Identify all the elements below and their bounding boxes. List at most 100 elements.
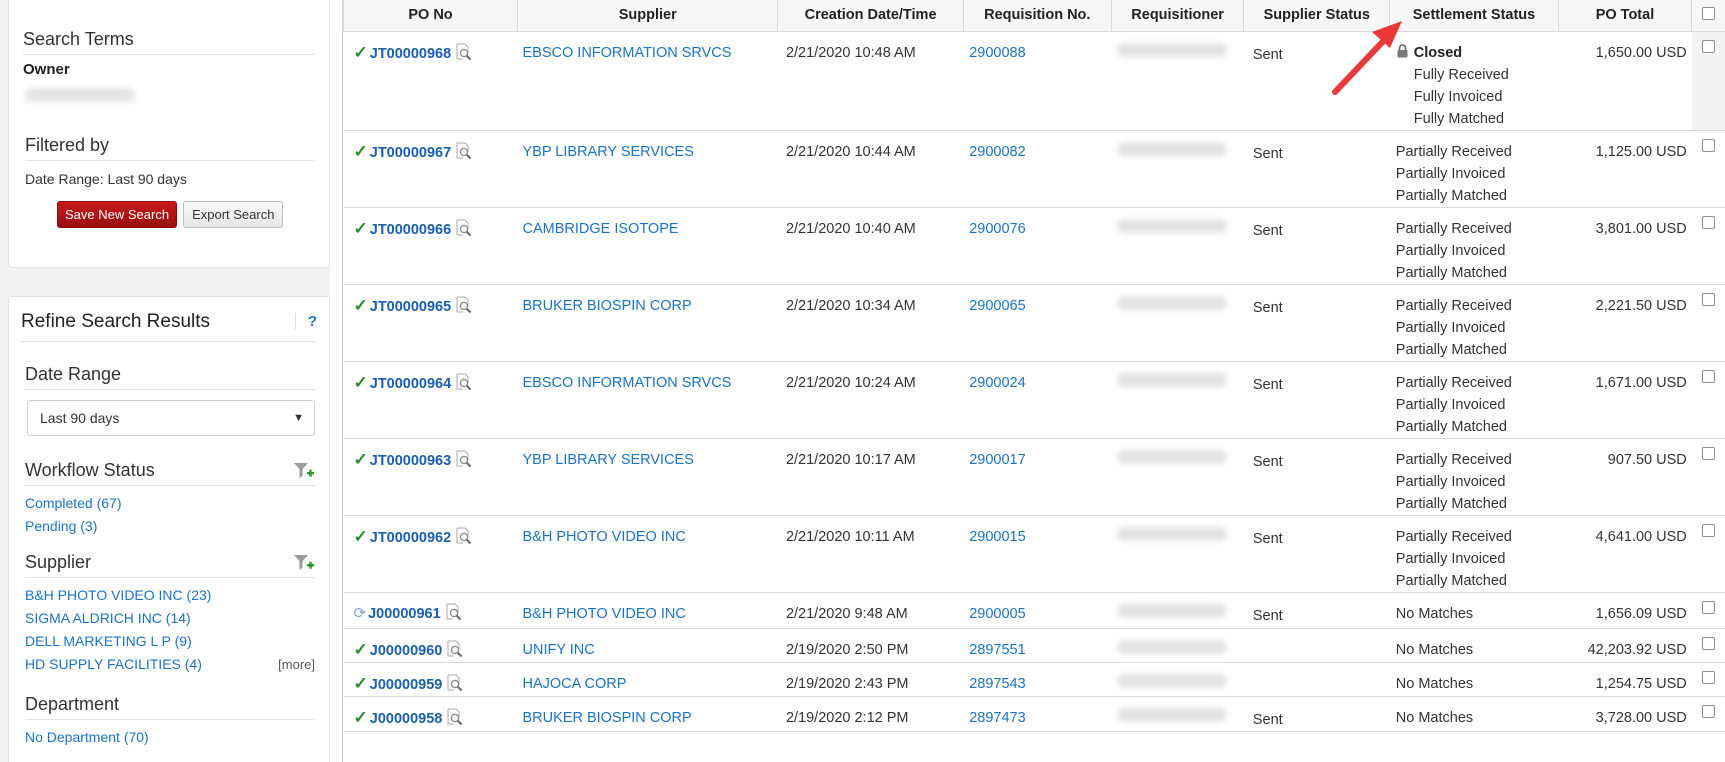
workflow-status-link[interactable]: Completed (67) — [25, 492, 122, 515]
preview-magnifier-icon[interactable] — [446, 640, 463, 658]
po-number-link[interactable]: JT00000965 — [370, 299, 451, 315]
settlement-lines: Partially Received Partially Invoiced Part… — [1396, 141, 1558, 207]
requisition-link[interactable]: 2897543 — [969, 676, 1025, 692]
cell-supplier-status: Sent — [1243, 515, 1390, 593]
preview-magnifier-icon[interactable] — [455, 373, 472, 391]
settlement-closed-header: Closed — [1396, 42, 1558, 64]
row-checkbox[interactable] — [1702, 215, 1716, 229]
cell-creation-date: 2/19/2020 2:50 PM — [777, 628, 964, 663]
settlement-line: Partially Matched — [1395, 341, 1507, 358]
preview-magnifier-icon[interactable] — [455, 142, 472, 160]
requisition-link[interactable]: 2897473 — [969, 710, 1025, 726]
supplier-link[interactable]: UNIFY INC — [523, 642, 595, 658]
supplier-link[interactable]: YBP LIBRARY SERVICES — [523, 144, 694, 160]
requisition-link[interactable]: 2900017 — [969, 452, 1025, 468]
po-number-link[interactable]: J00000958 — [370, 711, 443, 727]
po-number-link[interactable]: JT00000968 — [370, 46, 451, 62]
check-icon: ✓ — [353, 141, 368, 161]
workflow-status-link[interactable]: Pending (3) — [25, 515, 97, 538]
row-checkbox[interactable] — [1702, 600, 1716, 614]
row-checkbox[interactable] — [1702, 704, 1716, 718]
po-number-link[interactable]: JT00000966 — [370, 222, 451, 238]
col-header-po-total[interactable]: PO Total — [1557, 0, 1693, 32]
requisition-link[interactable]: 2900065 — [969, 298, 1025, 314]
department-filter-link[interactable]: No Department (70) — [25, 726, 149, 749]
table-row: ✓ J00000958 BRUKER BIOSPIN CORP 2/19/2020 2… — [343, 696, 1725, 732]
supplier-filter-link[interactable]: B&H PHOTO VIDEO INC (23) — [25, 584, 211, 607]
po-number-link[interactable]: JT00000964 — [370, 376, 451, 392]
po-number-link[interactable]: J00000961 — [368, 606, 441, 622]
row-checkbox[interactable] — [1702, 446, 1716, 460]
po-number-link[interactable]: J00000960 — [370, 643, 443, 659]
cell-requisition-no: 2900024 — [963, 361, 1112, 439]
supplier-filter-item: B&H PHOTO VIDEO INC (23) — [25, 584, 315, 607]
cell-supplier: BRUKER BIOSPIN CORP — [517, 696, 778, 732]
supplier-link[interactable]: BRUKER BIOSPIN CORP — [523, 710, 692, 726]
preview-magnifier-icon[interactable] — [445, 603, 462, 621]
col-header-requisition-no[interactable]: Requisition No. — [962, 0, 1112, 32]
col-header-supplier-status[interactable]: Supplier Status — [1243, 0, 1391, 32]
add-filter-icon[interactable] — [293, 553, 315, 573]
requisitioner-redacted — [1117, 639, 1228, 654]
supplier-filter-link[interactable]: SIGMA ALDRICH INC (14) — [25, 607, 191, 630]
cell-creation-date: 2/21/2020 10:48 AM — [777, 31, 964, 131]
row-checkbox[interactable] — [1702, 670, 1716, 684]
col-header-settlement-status[interactable]: Settlement Status — [1389, 0, 1559, 32]
row-checkbox[interactable] — [1702, 523, 1716, 537]
requisition-link[interactable]: 2897551 — [969, 642, 1025, 658]
cell-requisition-no: 2900088 — [963, 31, 1112, 131]
more-link[interactable]: [more] — [278, 653, 315, 676]
cell-requisition-no: 2897543 — [963, 662, 1112, 697]
export-search-button[interactable]: Export Search — [183, 201, 284, 228]
supplier-link[interactable]: B&H PHOTO VIDEO INC — [523, 529, 686, 545]
supplier-link[interactable]: YBP LIBRARY SERVICES — [523, 452, 694, 468]
po-number-link[interactable]: JT00000962 — [370, 530, 451, 546]
row-checkbox[interactable] — [1702, 138, 1716, 152]
col-header-supplier[interactable]: Supplier — [516, 0, 779, 32]
col-header-select-all[interactable] — [1691, 0, 1725, 32]
preview-magnifier-icon[interactable] — [455, 450, 472, 468]
requisition-link[interactable]: 2900005 — [969, 606, 1025, 622]
po-number-link[interactable]: JT00000963 — [370, 453, 451, 469]
supplier-filter-link[interactable]: HD SUPPLY FACILITIES (4) — [25, 653, 202, 676]
preview-magnifier-icon[interactable] — [455, 527, 472, 545]
requisition-link[interactable]: 2900088 — [969, 45, 1025, 61]
po-number-link[interactable]: JT00000967 — [370, 145, 451, 161]
preview-magnifier-icon[interactable] — [455, 219, 472, 237]
row-checkbox[interactable] — [1702, 292, 1716, 306]
settlement-line: Partially Received — [1395, 143, 1512, 160]
cell-po-total: 1,650.00 USD — [1558, 31, 1692, 131]
col-header-creation-date[interactable]: Creation Date/Time — [777, 0, 964, 32]
requisition-link[interactable]: 2900015 — [969, 529, 1025, 545]
select-all-checkbox[interactable] — [1702, 6, 1716, 20]
col-header-requisitioner[interactable]: Requisitioner — [1110, 0, 1245, 32]
requisition-link[interactable]: 2900082 — [969, 144, 1025, 160]
supplier-link[interactable]: BRUKER BIOSPIN CORP — [523, 298, 692, 314]
po-number-link[interactable]: J00000959 — [370, 677, 443, 693]
requisition-link[interactable]: 2900024 — [969, 375, 1025, 391]
date-range-select[interactable]: Last 90 days ▼ — [27, 400, 315, 436]
supplier-filter-link[interactable]: DELL MARKETING L P (9) — [25, 630, 192, 653]
row-checkbox[interactable] — [1702, 636, 1716, 650]
supplier-link[interactable]: EBSCO INFORMATION SRVCS — [523, 375, 732, 391]
cell-supplier: BRUKER BIOSPIN CORP — [517, 284, 778, 362]
row-checkbox[interactable] — [1702, 39, 1716, 53]
supplier-link[interactable]: EBSCO INFORMATION SRVCS — [523, 45, 732, 61]
row-checkbox[interactable] — [1702, 369, 1716, 383]
supplier-link[interactable]: HAJOCA CORP — [523, 676, 627, 692]
cell-settlement-status: Partially Received Partially Invoiced Part… — [1389, 515, 1559, 593]
requisition-link[interactable]: 2900076 — [969, 221, 1025, 237]
supplier-link[interactable]: B&H PHOTO VIDEO INC — [523, 606, 686, 622]
settlement-lines: Partially Received Partially Invoiced Part… — [1396, 218, 1558, 284]
preview-magnifier-icon[interactable] — [455, 296, 472, 314]
cell-po-no: ✓ JT00000962 — [343, 515, 518, 593]
preview-magnifier-icon[interactable] — [446, 708, 463, 726]
settlement-line: Partially Matched — [1395, 187, 1507, 204]
add-filter-icon[interactable] — [293, 461, 315, 481]
col-header-po-no[interactable]: PO No — [343, 0, 518, 32]
save-new-search-button[interactable]: Save New Search — [57, 201, 178, 228]
preview-magnifier-icon[interactable] — [446, 674, 463, 692]
supplier-link[interactable]: CAMBRIDGE ISOTOPE — [523, 221, 679, 237]
help-icon[interactable]: ? — [294, 313, 317, 330]
preview-magnifier-icon[interactable] — [455, 43, 472, 61]
